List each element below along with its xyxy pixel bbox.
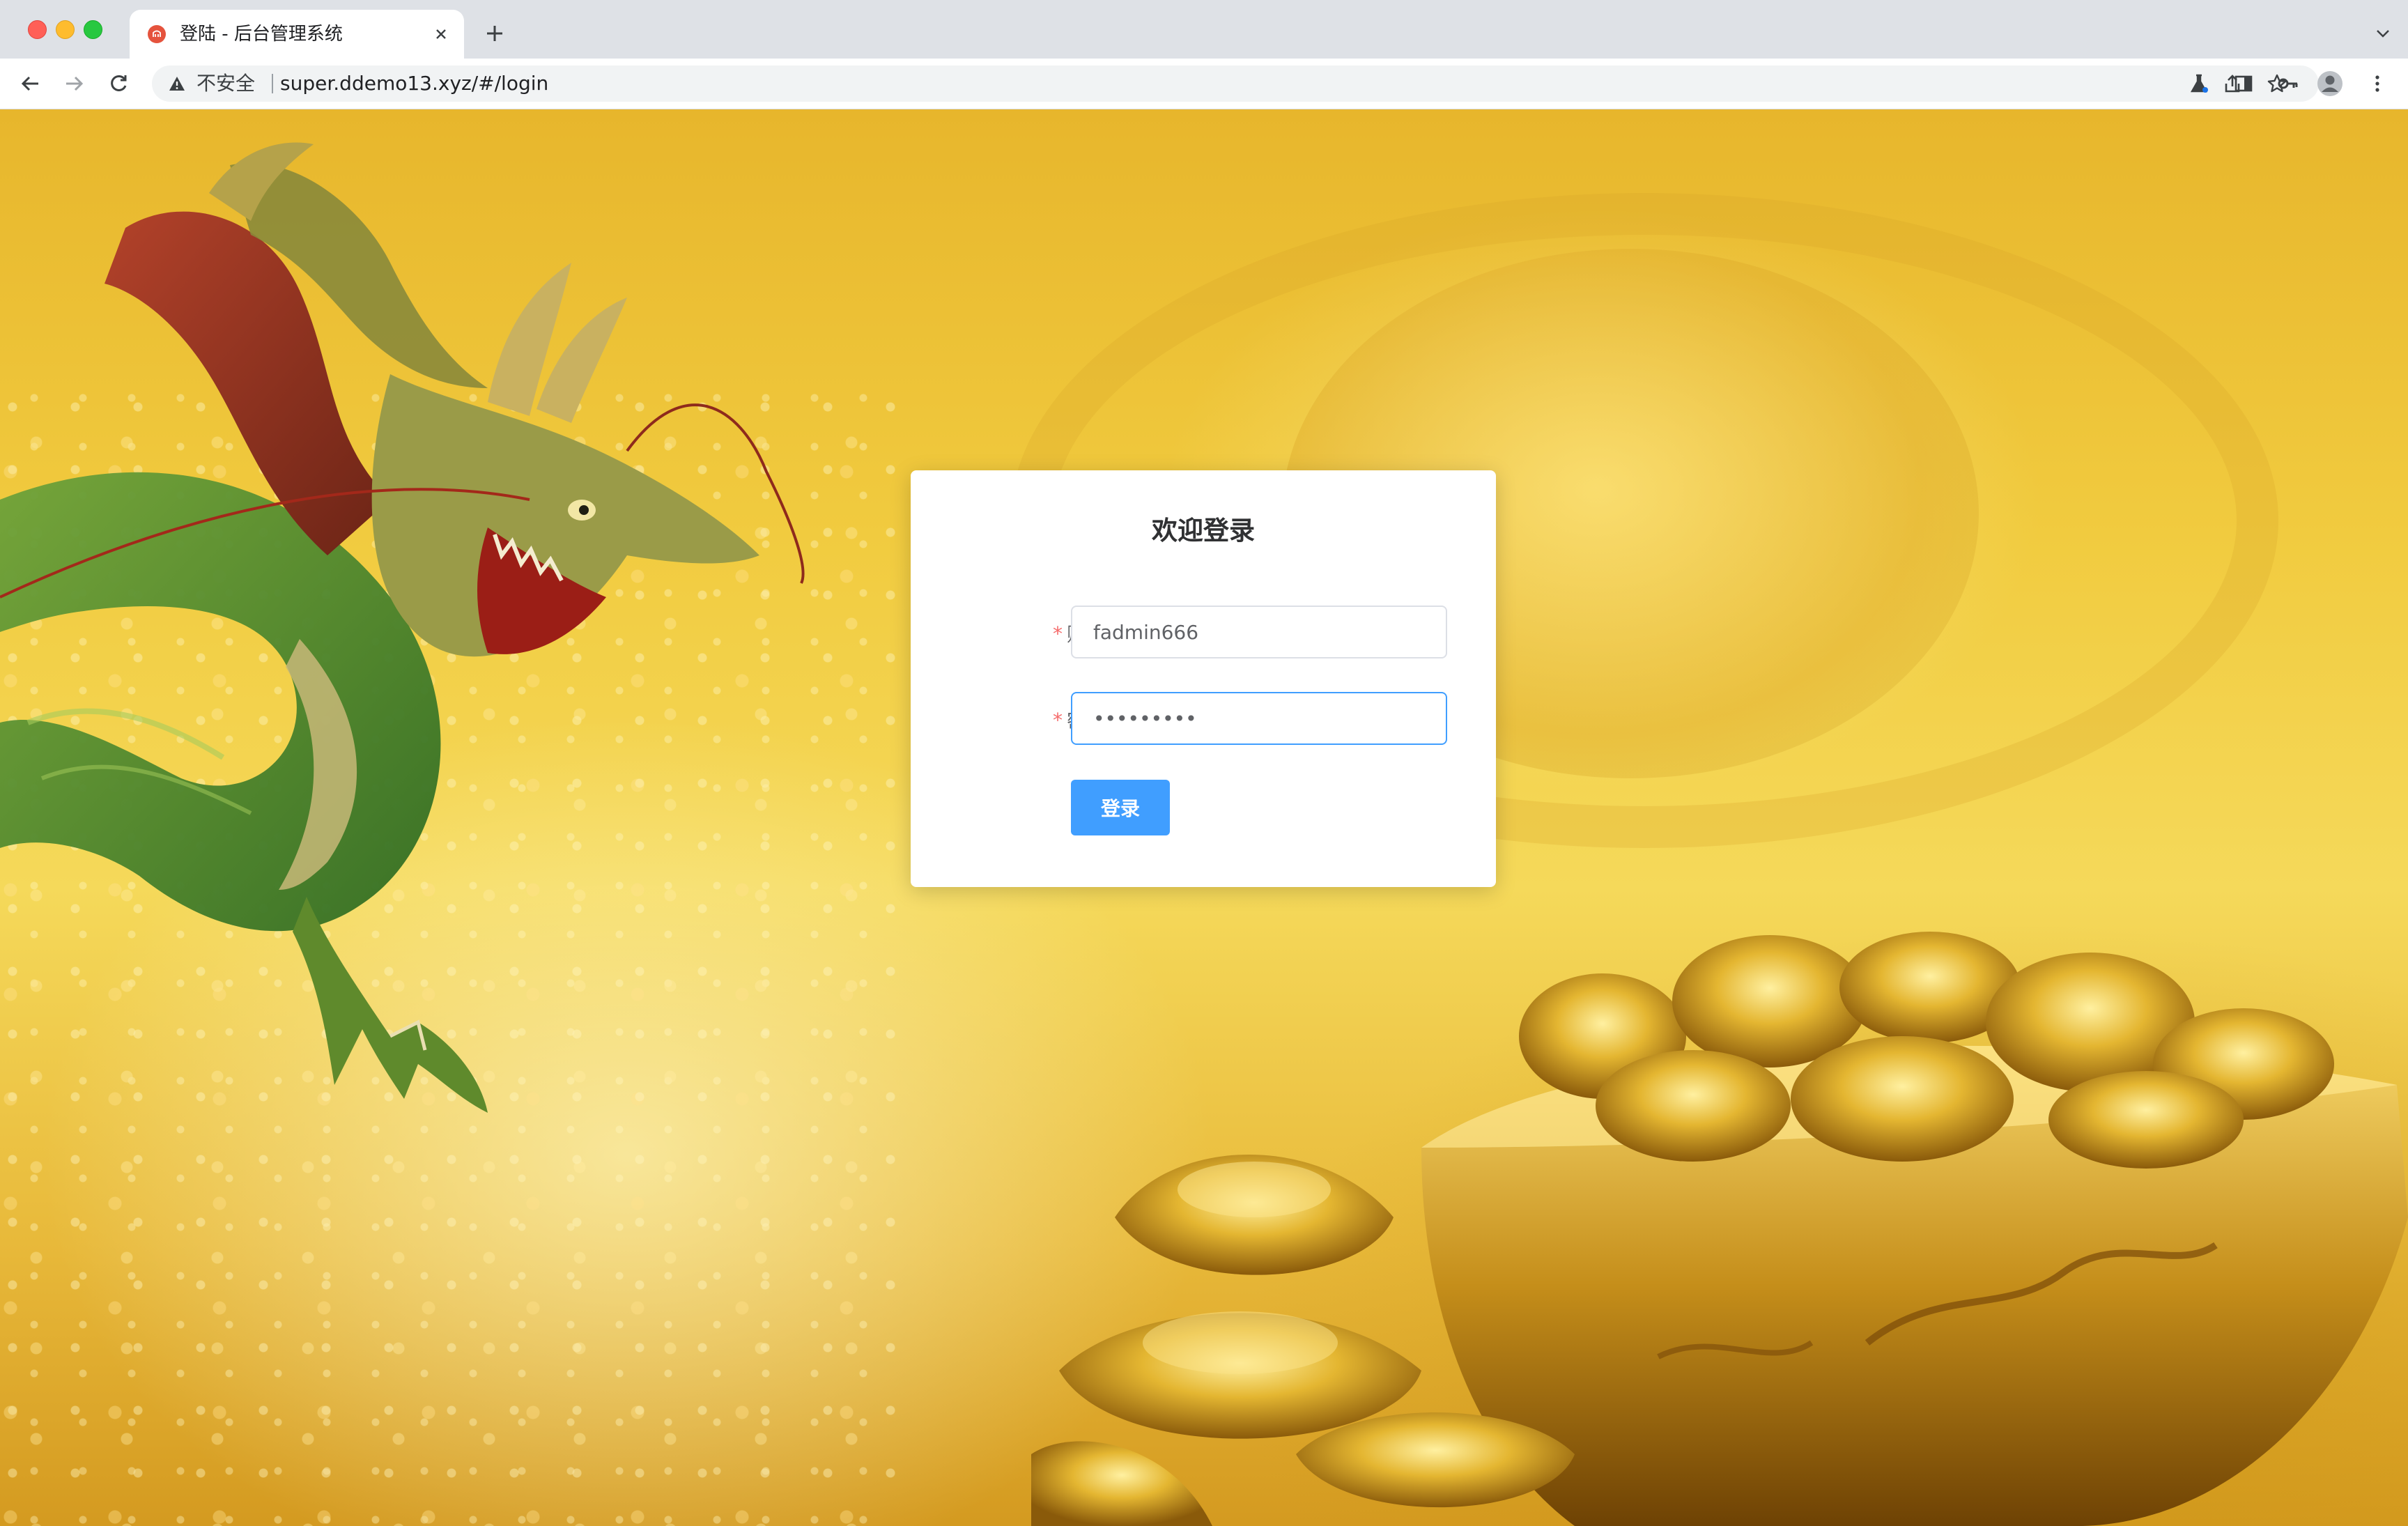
tab-title: 登陆 - 后台管理系统 — [180, 24, 343, 45]
login-card: 欢迎登录 * 账号 * 密码 登录 — [911, 470, 1496, 887]
browser-tab-active[interactable]: 登陆 - 后台管理系统 — [130, 10, 464, 59]
password-input[interactable] — [1072, 693, 1446, 743]
more-menu-icon[interactable] — [2363, 70, 2391, 98]
address-divider — [272, 74, 273, 93]
url-text[interactable]: super.ddemo13.xyz/#/login — [280, 72, 548, 95]
close-window-button[interactable] — [28, 20, 47, 39]
maximize-window-button[interactable] — [84, 20, 102, 39]
reload-icon — [111, 75, 127, 91]
security-status-text[interactable]: 不安全 — [196, 72, 255, 95]
chevron-down-icon — [2377, 30, 2389, 38]
back-button[interactable] — [17, 70, 45, 98]
password-input-wrapper — [1071, 692, 1447, 745]
profile-avatar-icon[interactable] — [2316, 70, 2344, 98]
minimize-window-button[interactable] — [56, 20, 75, 39]
tab-search-button[interactable] — [2370, 21, 2395, 46]
required-mark: * — [1052, 622, 1063, 645]
browser-window: 登陆 - 后台管理系统 不安全 super.ddemo13.xyz/#/logi… — [0, 0, 2408, 1526]
extension-labs-icon[interactable] — [2185, 70, 2213, 98]
account-form-item: * 账号 — [911, 606, 1496, 661]
forward-button[interactable] — [60, 70, 88, 98]
account-input[interactable] — [1072, 607, 1446, 657]
arrow-left-icon — [21, 76, 38, 91]
login-title: 欢迎登录 — [1152, 516, 1255, 546]
browser-toolbar: 不安全 super.ddemo13.xyz/#/login — [0, 59, 2408, 109]
login-page-background: 欢迎登录 * 账号 * 密码 登录 — [0, 109, 2408, 1526]
gold-ingots-illustration — [1031, 932, 2408, 1526]
password-key-icon[interactable] — [2274, 70, 2302, 98]
side-panel-icon[interactable] — [2230, 70, 2258, 98]
warning-triangle-icon[interactable] — [167, 74, 187, 93]
tab-close-icon[interactable] — [431, 24, 452, 45]
tab-strip: 登陆 - 后台管理系统 — [0, 0, 2408, 59]
new-tab-button[interactable] — [481, 20, 509, 47]
arrow-right-icon — [66, 76, 84, 91]
reload-button[interactable] — [105, 70, 132, 98]
dragon-illustration — [0, 142, 805, 1113]
login-button[interactable]: 登录 — [1071, 780, 1170, 835]
password-form-item: * 密码 — [911, 692, 1496, 748]
plus-icon — [487, 26, 502, 41]
site-favicon-icon — [148, 25, 166, 43]
required-mark: * — [1052, 708, 1063, 732]
account-input-wrapper — [1071, 606, 1447, 658]
address-bar[interactable]: 不安全 super.ddemo13.xyz/#/login — [152, 65, 2319, 102]
